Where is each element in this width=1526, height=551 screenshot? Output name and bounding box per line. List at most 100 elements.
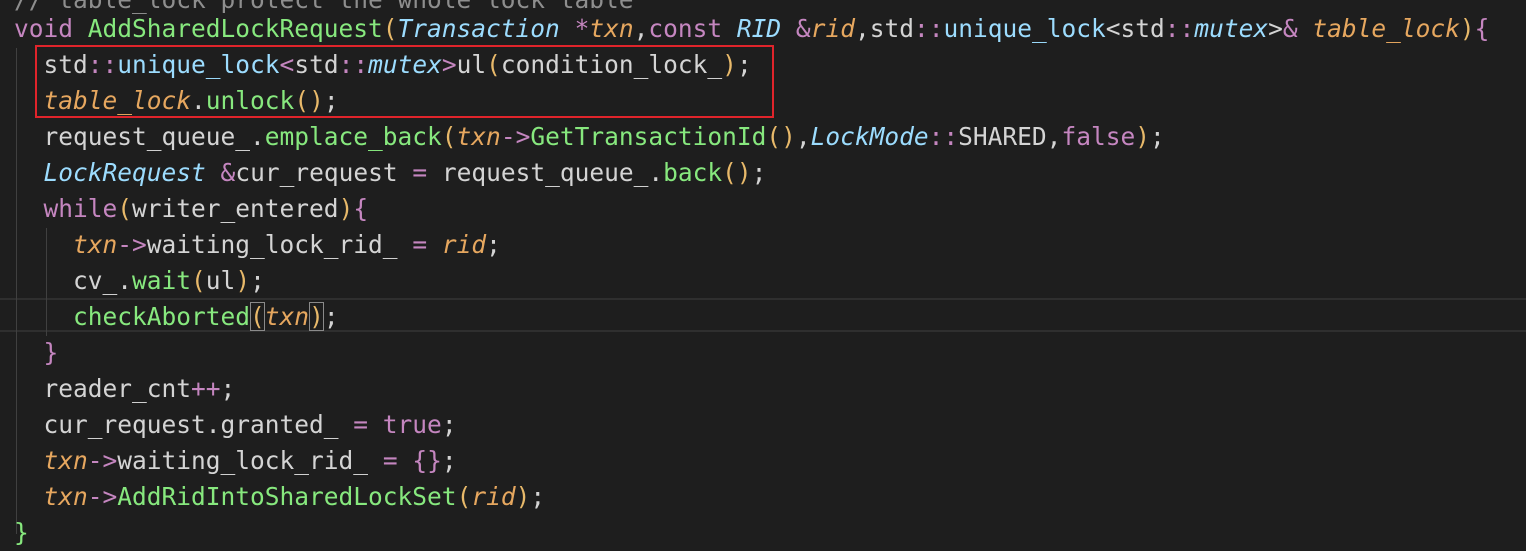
code-token: while bbox=[43, 194, 118, 223]
code-token: const bbox=[648, 14, 737, 43]
code-token: , bbox=[795, 122, 811, 151]
code-line[interactable]: while(writer_entered){ bbox=[14, 191, 369, 227]
code-token: rid bbox=[441, 230, 487, 259]
code-token: AddSharedLockRequest bbox=[87, 14, 383, 43]
code-token: , bbox=[1046, 122, 1062, 151]
code-token: { bbox=[353, 194, 369, 223]
code-line[interactable]: txn->AddRidIntoSharedLockSet(rid); bbox=[14, 479, 546, 515]
code-token: request_queue_. bbox=[427, 158, 664, 187]
code-token: > bbox=[1268, 14, 1283, 43]
code-line[interactable]: request_queue_.emplace_back(txn->GetTran… bbox=[14, 119, 1165, 155]
code-token: void bbox=[14, 14, 88, 43]
code-token: = bbox=[382, 446, 398, 475]
code-token: wait bbox=[132, 266, 192, 295]
code-token: unique_lock bbox=[943, 14, 1106, 43]
code-line[interactable]: txn->waiting_lock_rid_ = rid; bbox=[14, 227, 501, 263]
code-line[interactable]: LockRequest &cur_request = request_queue… bbox=[14, 155, 767, 191]
code-token: ++ bbox=[191, 374, 221, 403]
code-line[interactable]: void AddSharedLockRequest(Transaction *t… bbox=[14, 11, 1489, 47]
code-token: -> bbox=[117, 230, 147, 259]
code-token: checkAborted bbox=[73, 302, 251, 331]
annotation-highlight-box bbox=[35, 45, 774, 118]
code-token: false bbox=[1061, 122, 1136, 151]
code-token: writer_entered bbox=[132, 194, 339, 223]
code-token: cv_. bbox=[14, 266, 133, 295]
code-token: * bbox=[574, 14, 590, 43]
code-token: cur_request.granted_ bbox=[14, 410, 354, 439]
code-token: ) bbox=[309, 302, 324, 331]
code-token: LockMode bbox=[810, 122, 929, 151]
code-token: ; bbox=[1149, 122, 1165, 151]
code-token: ( bbox=[191, 266, 206, 295]
code-token: , bbox=[854, 14, 870, 43]
code-line[interactable]: checkAborted(txn); bbox=[14, 299, 339, 335]
code-token: ; bbox=[530, 482, 546, 511]
code-token: & bbox=[1282, 14, 1298, 43]
code-token: () bbox=[766, 122, 796, 151]
code-token: ; bbox=[486, 230, 501, 259]
code-token: -> bbox=[500, 122, 531, 151]
code-token: true bbox=[382, 410, 442, 439]
code-line[interactable]: cur_request.granted_ = true; bbox=[14, 407, 457, 443]
code-token: ; bbox=[323, 302, 339, 331]
code-token: :: bbox=[913, 14, 944, 43]
code-token: table_lock bbox=[1312, 14, 1460, 43]
code-token: RID bbox=[736, 14, 782, 43]
code-editor[interactable]: // table_lock protect the whole lock tab… bbox=[0, 0, 1526, 547]
code-token: txn bbox=[264, 302, 310, 331]
code-line[interactable]: } bbox=[14, 335, 59, 371]
code-token: AddRidIntoSharedLockSet bbox=[117, 482, 457, 511]
code-token: txn bbox=[73, 230, 118, 259]
code-token: LockRequest bbox=[43, 158, 206, 187]
code-token: cur_request bbox=[235, 158, 413, 187]
code-token: rid bbox=[471, 482, 516, 511]
code-token: txn bbox=[589, 14, 634, 43]
code-token: GetTransactionId bbox=[530, 122, 767, 151]
code-token: :: bbox=[1164, 14, 1195, 43]
code-token: ) bbox=[515, 482, 531, 511]
code-token: = bbox=[412, 230, 428, 259]
code-token: mutex bbox=[1194, 14, 1269, 43]
code-token: txn bbox=[43, 482, 88, 511]
code-token: SHARED bbox=[958, 122, 1047, 151]
code-token: ) bbox=[1459, 14, 1475, 43]
code-token: waiting_lock_rid_ bbox=[117, 446, 383, 475]
code-token: ( bbox=[441, 122, 457, 151]
code-token: txn bbox=[43, 446, 88, 475]
code-token: :: bbox=[928, 122, 959, 151]
code-token: , bbox=[633, 14, 649, 43]
code-token: ; bbox=[441, 410, 457, 439]
code-token: ; bbox=[250, 266, 265, 295]
code-token: -> bbox=[87, 482, 118, 511]
code-line[interactable]: reader_cnt++; bbox=[14, 371, 236, 407]
code-token: ( bbox=[456, 482, 472, 511]
code-token: std bbox=[869, 14, 914, 43]
code-token: & bbox=[795, 14, 811, 43]
code-token: back bbox=[663, 158, 723, 187]
code-token: = bbox=[412, 158, 428, 187]
code-token: request_queue_. bbox=[14, 122, 265, 151]
code-line[interactable]: txn->waiting_lock_rid_ = {}; bbox=[14, 443, 457, 479]
code-token: ( bbox=[382, 14, 398, 43]
code-token: ) bbox=[1135, 122, 1150, 151]
code-token: ) bbox=[235, 266, 251, 295]
code-token: reader_cnt bbox=[14, 374, 192, 403]
code-token: & bbox=[220, 158, 236, 187]
code-token: ; bbox=[220, 374, 236, 403]
code-token: ul bbox=[205, 266, 236, 295]
code-token: -> bbox=[87, 446, 118, 475]
code-line[interactable]: } bbox=[14, 515, 29, 551]
code-token: Transaction bbox=[397, 14, 560, 43]
code-line[interactable]: cv_.wait(ul); bbox=[14, 263, 265, 299]
code-token: emplace_back bbox=[264, 122, 442, 151]
